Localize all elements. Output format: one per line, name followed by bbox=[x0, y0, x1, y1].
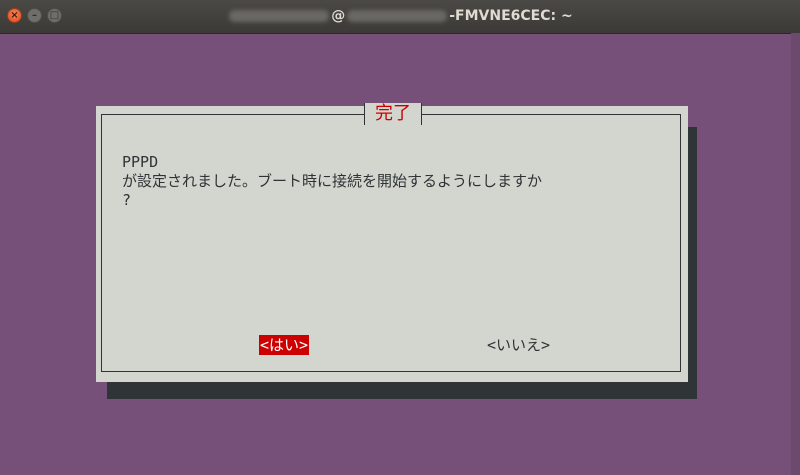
dialog-title: 完了 bbox=[364, 103, 422, 125]
dialog-frame: 完了 PPPD が設定されました。ブート時に接続を開始するようにしますか ? <… bbox=[101, 103, 682, 372]
confirm-dialog: 完了 PPPD が設定されました。ブート時に接続を開始するようにしますか ? <… bbox=[96, 103, 688, 382]
redacted-username bbox=[229, 10, 330, 22]
redacted-hostname bbox=[347, 10, 448, 22]
title-at-sign: @ bbox=[331, 8, 346, 24]
message-line-3: ? bbox=[122, 191, 132, 209]
message-line-2: が設定されました。ブート時に接続を開始するようにしますか bbox=[122, 172, 543, 190]
dialog-message: PPPD が設定されました。ブート時に接続を開始するようにしますか ? bbox=[122, 153, 682, 210]
title-host-suffix: -FMVNE6CEC: ~ bbox=[449, 8, 573, 24]
window-titlebar[interactable]: × – □ @ -FMVNE6CEC: ~ bbox=[0, 0, 800, 34]
yes-button[interactable]: <はい> bbox=[259, 335, 310, 355]
no-button[interactable]: <いいえ> bbox=[486, 335, 551, 355]
message-line-1: PPPD bbox=[122, 153, 159, 171]
window-title: @ -FMVNE6CEC: ~ bbox=[0, 0, 800, 33]
terminal-scroll-edge bbox=[791, 33, 800, 475]
